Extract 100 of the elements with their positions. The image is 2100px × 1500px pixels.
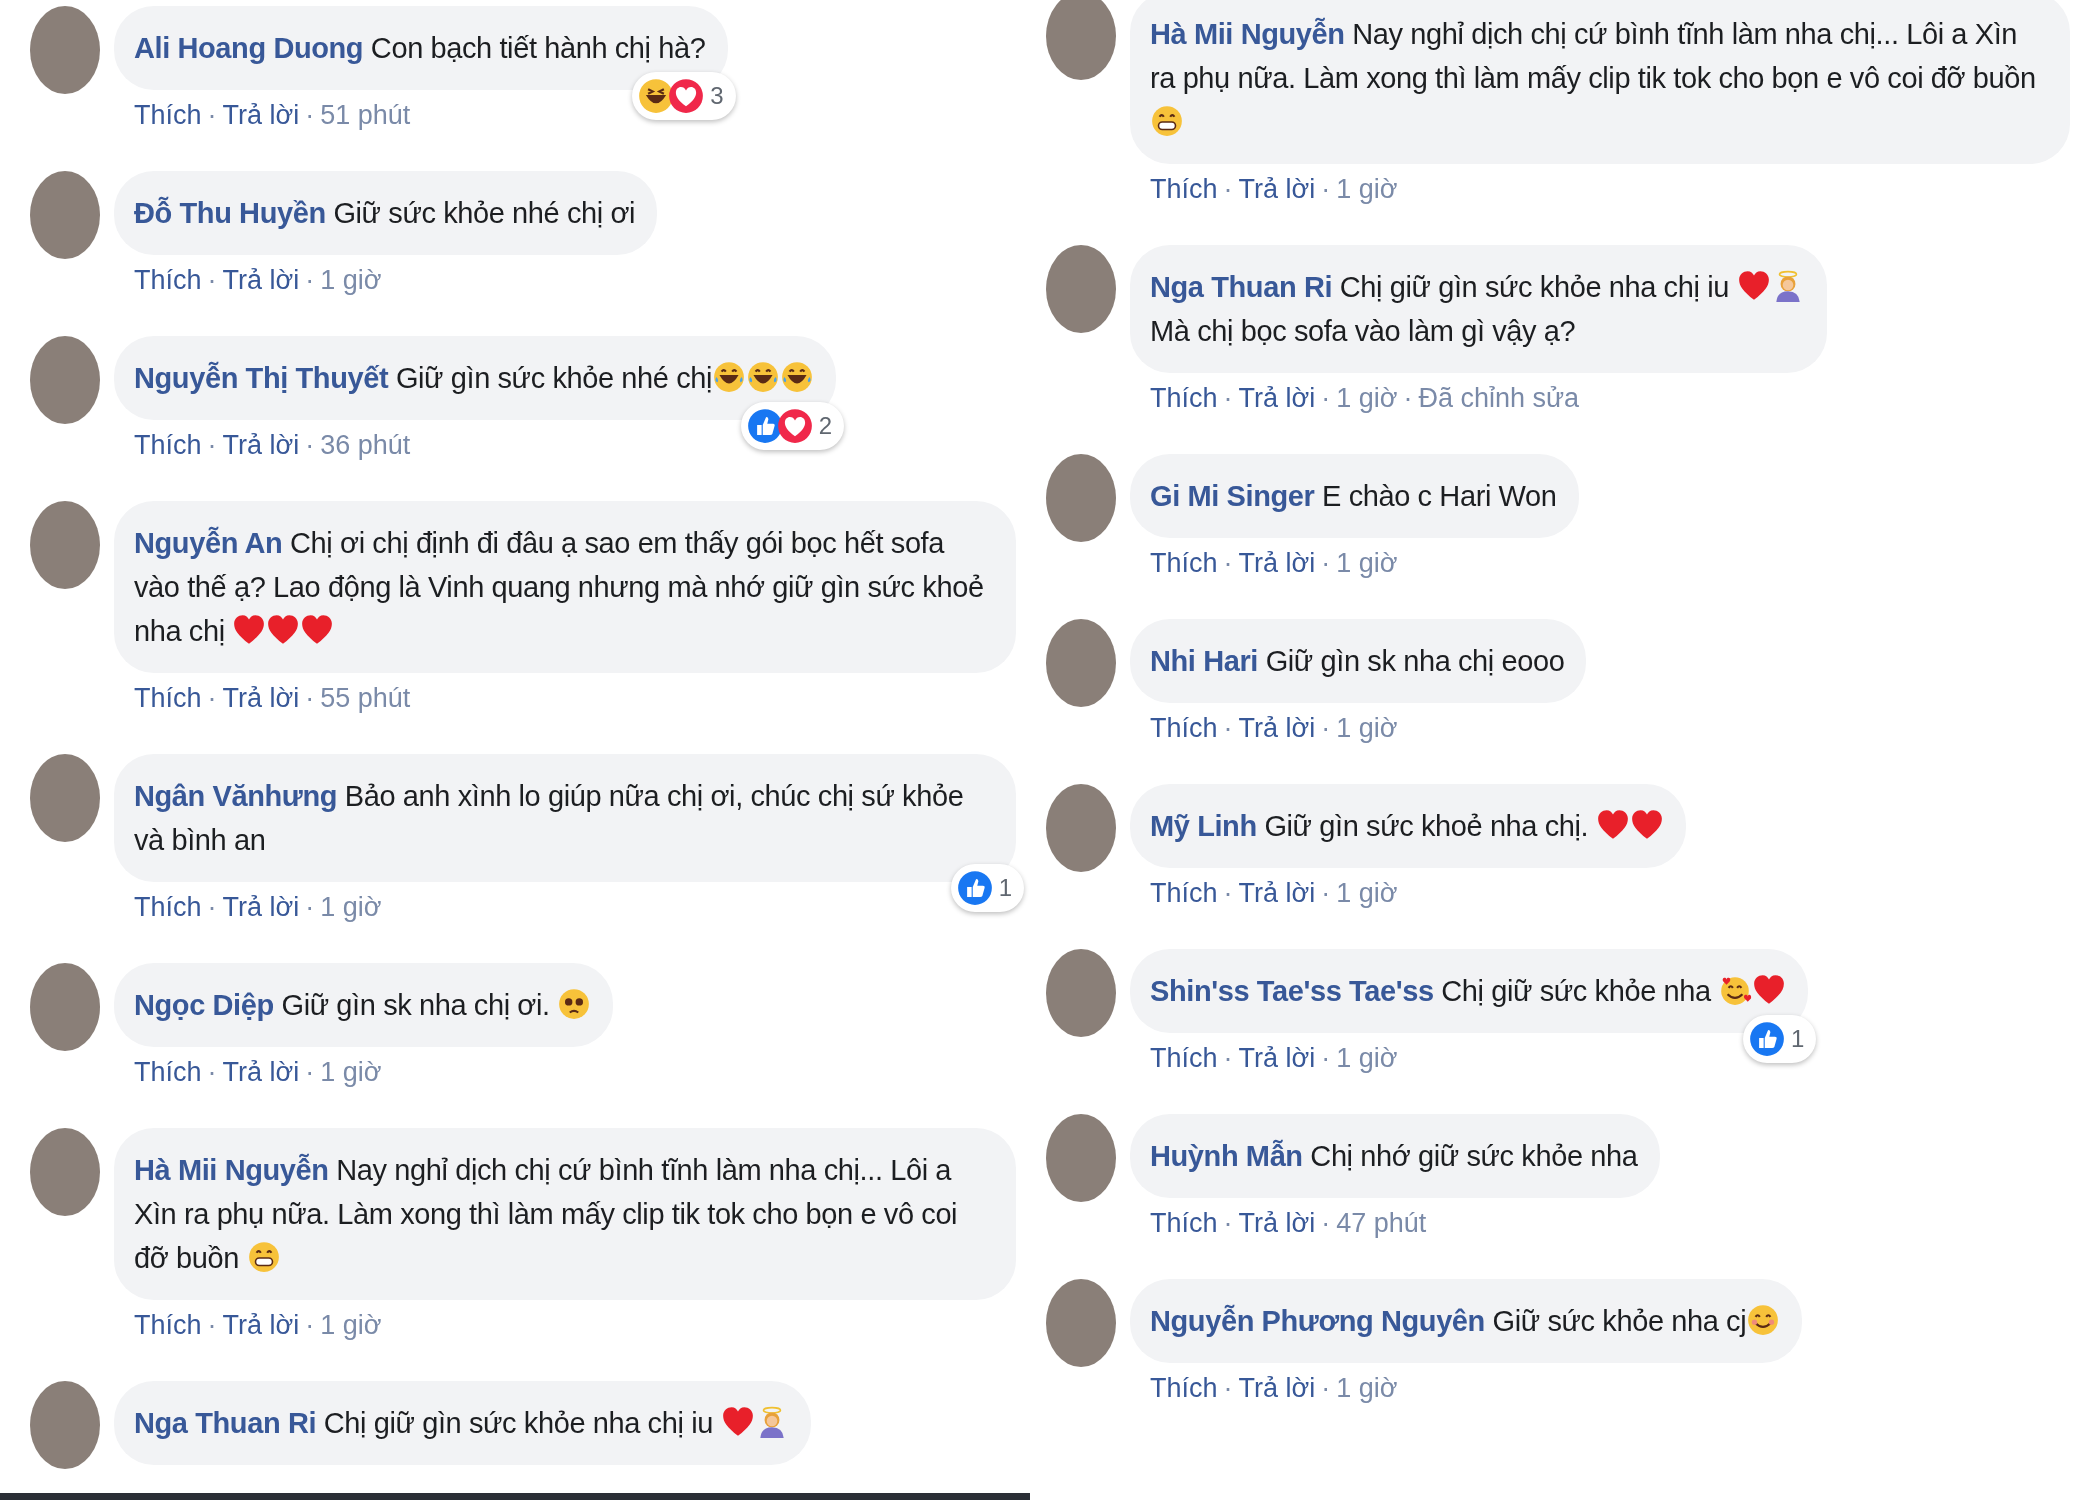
comment-text: Ngân Vănhưng Bảo anh xình lo giúp nữa chị ơi, chúc chị sứ khỏe và bình an [134,779,965,858]
avatar-placeholder[interactable] [1046,0,1116,80]
separator-dot: · [305,1056,315,1088]
sad-face-icon [557,987,592,1021]
comment-action-link[interactable]: Trả lời [222,429,300,461]
comment-text: Mỹ Linh Giữ gìn sức khoẻ nha chị. [1150,804,1664,848]
separator-dot: · [305,1309,315,1341]
comment-action-link[interactable]: Trả lời [222,1309,300,1341]
separator-dot: · [305,99,315,131]
author-link[interactable]: Gi Mi Singer [1150,480,1315,512]
comment-action-link[interactable]: Thích [1150,712,1218,744]
comment-meta-text: 1 giờ [320,891,382,923]
grinning-face-icon [1150,104,1184,138]
comment-action-link[interactable]: Thích [134,891,202,923]
comment-action-link[interactable]: Trả lời [222,682,300,714]
author-link[interactable]: Huỳnh Mẫn [1150,1140,1303,1172]
comment-meta-text: 1 giờ [320,1056,382,1088]
author-link[interactable]: Ngân Vănhưng [134,780,338,812]
comment-text: Nguyễn An Chị ơi chị định đi đâu ạ sao em thấy gói bọc hết sofa vào thế ạ? Lao động là Vinh quang nhưng mà nhớ giữ gìn sức khoẻ nha chị [134,525,985,649]
comment-meta-text: 47 phút [1336,1207,1427,1239]
laughing-face-icon [712,360,747,394]
reaction-badge[interactable]: 1 [950,864,1024,912]
comment-meta-text: Đã chỉnh sửa [1418,382,1580,414]
comment-action-link[interactable]: Trả lời [1238,173,1316,205]
comment-action-link[interactable]: Trả lời [1238,1372,1316,1404]
reaction-badge[interactable]: 2 [740,402,845,450]
author-link[interactable]: Shin'ss Tae'ss Tae'ss [1150,975,1434,1007]
comment-action-link[interactable]: Thích [1150,1207,1218,1239]
comment-action-link[interactable]: Trả lời [1238,547,1316,579]
separator-dot: · [1223,712,1233,744]
reaction-badge[interactable]: 3 [632,72,736,120]
like-reaction-icon [956,870,993,906]
like-reaction-icon [746,408,783,444]
comment-meta-text: 1 giờ [1336,382,1398,414]
reaction-count: 2 [818,412,833,440]
separator-dot: · [1321,1042,1331,1074]
comment-action-link[interactable]: Trả lời [1238,382,1316,414]
comment-action-link[interactable]: Thích [1150,547,1218,579]
comment-meta-text: 51 phút [320,99,411,131]
comment-action-link[interactable]: Thích [1150,1372,1218,1404]
author-link[interactable]: Đỗ Thu Huyền [134,197,326,229]
separator-dot: · [207,1309,217,1341]
author-link[interactable]: Hà Mii Nguyễn [134,1154,329,1186]
author-link[interactable]: Nga Thuan Ri [1150,271,1333,303]
comment-action-link[interactable]: Trả lời [222,891,300,923]
separator-dot: · [207,429,217,461]
comment-text: Shin'ss Tae'ss Tae'ss Chị giữ sức khỏe nha [1150,969,1787,1013]
comment-action-link[interactable]: Trả lời [1238,1042,1316,1074]
comment-action-link[interactable]: Thích [1150,382,1218,414]
comment-action-link[interactable]: Thích [134,429,202,461]
comment-action-link[interactable]: Thích [1150,1042,1218,1074]
author-link[interactable]: Nguyễn An [134,527,283,559]
separator-dot: · [207,1056,217,1088]
comment-text: Ali Hoang Duong Con bạch tiết hành chị hà? [134,31,706,66]
separator-dot: · [207,99,217,131]
love-reaction-icon [776,408,813,444]
comment-meta-text: 1 giờ [1336,712,1398,744]
separator-dot: · [1321,712,1331,744]
separator-dot: · [1223,1042,1233,1074]
comment-action-link[interactable]: Thích [134,264,202,296]
reaction-badge[interactable]: 1 [1743,1015,1817,1063]
author-link[interactable]: Ngọc Diệp [134,989,274,1021]
author-link[interactable]: Mỹ Linh [1150,810,1257,842]
author-link[interactable]: Nhi Hari [1150,645,1258,677]
separator-dot: · [1403,382,1413,414]
comment-action-link[interactable]: Trả lời [222,99,300,131]
comment-action-link[interactable]: Trả lời [222,264,300,296]
separator-dot: · [207,891,217,923]
comment-text: Hà Mii Nguyễn Nay nghỉ dịch chị cứ bình tĩnh làm nha chị... Lôi a Xìn ra phụ nữa. Làm xong thì làm mấy clip tik tok cho bọn e vô coi đỡ buồn [1150,12,2048,144]
author-link[interactable]: Nguyễn Phương Nguyên [1150,1305,1485,1337]
author-link[interactable]: Hà Mii Nguyễn [1150,18,1345,50]
comment-action-link[interactable]: Thích [134,1056,202,1088]
comment-meta-text: 1 giờ [320,264,382,296]
smiling-face-icon [1746,1303,1781,1337]
comment-action-link[interactable]: Thích [134,1309,202,1341]
like-reaction-icon [1749,1021,1786,1057]
comment-action-link[interactable]: Trả lời [222,1056,300,1088]
separator-dot: · [1321,1207,1331,1239]
comment-action-link[interactable]: Trả lời [1238,877,1316,909]
comment-action-link[interactable]: Thích [134,682,202,714]
comment-text: Nhi Hari Giữ gìn sk nha chị eooo [1150,644,1565,679]
separator-dot: · [1223,382,1233,414]
separator-dot: · [1321,382,1331,414]
separator-dot: · [305,429,315,461]
comment-action-link[interactable]: Thích [1150,877,1218,909]
comment-text: Nguyễn Thị Thuyết Giữ gìn sức khỏe nhé chị [134,356,815,400]
comment-action-link[interactable]: Trả lời [1238,1207,1316,1239]
comment-text: Gi Mi Singer E chào c Hari Won [1150,479,1557,514]
separator-dot: · [1321,1372,1331,1404]
comment-action-link[interactable]: Thích [134,99,202,131]
author-link[interactable]: Nguyễn Thị Thuyết [134,362,389,394]
comment-text: Huỳnh Mẫn Chị nhớ giữ sức khỏe nha [1150,1138,1638,1174]
author-link[interactable]: Nga Thuan Ri [134,1407,317,1439]
comment-meta-text: 1 giờ [1336,547,1398,579]
comment-action-link[interactable]: Thích [1150,173,1218,205]
separator-dot: · [305,264,315,296]
author-link[interactable]: Ali Hoang Duong [134,32,364,64]
comment-action-link[interactable]: Trả lời [1238,712,1316,744]
separator-dot: · [1321,877,1331,909]
love-reaction-icon [668,78,705,114]
